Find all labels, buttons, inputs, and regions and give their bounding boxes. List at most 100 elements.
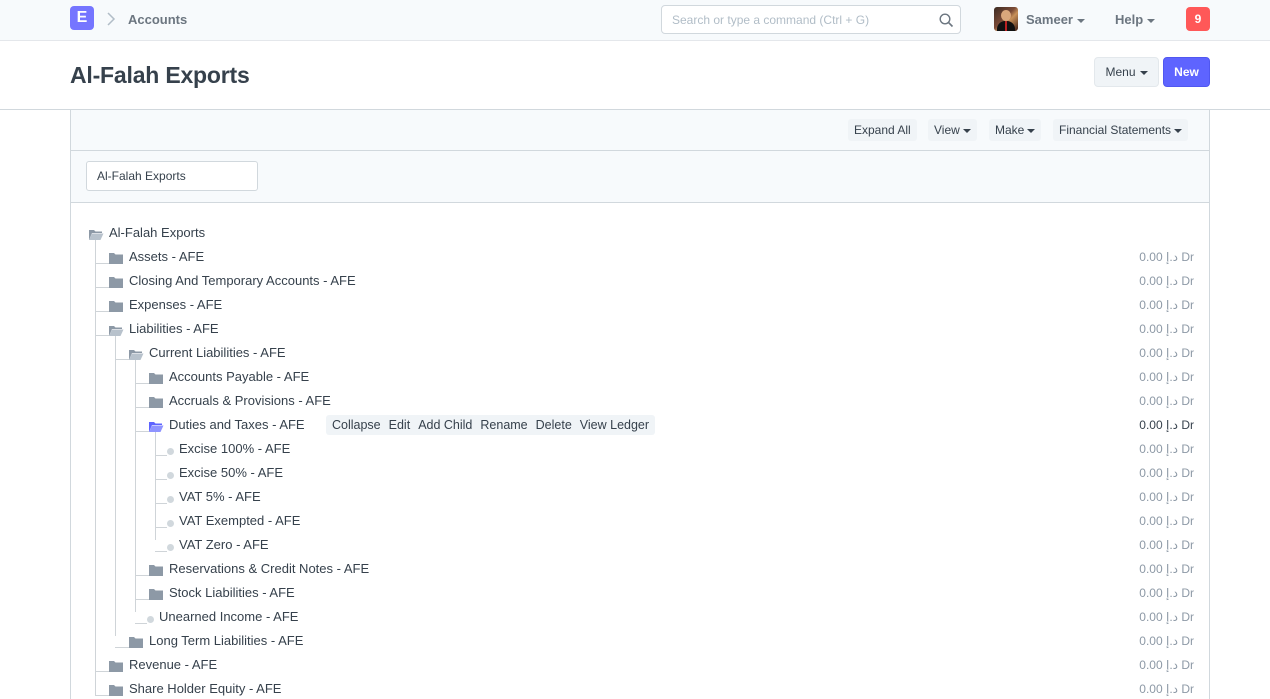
tree-node-label[interactable]: Excise 50% - AFE — [179, 465, 283, 481]
leaf-dot-icon — [167, 496, 174, 503]
tree-node-label[interactable]: Liabilities - AFE — [129, 321, 219, 337]
folder-icon[interactable] — [109, 300, 123, 312]
tree-node-label[interactable]: Revenue - AFE — [129, 657, 217, 673]
leaf-dot-icon — [167, 520, 174, 527]
navbar: E Accounts Sameer Help 9 — [0, 0, 1270, 41]
financial-statements-dropdown[interactable]: Financial Statements — [1053, 119, 1189, 141]
tree-node-label[interactable]: Current Liabilities - AFE — [149, 345, 286, 361]
tree-node-label[interactable]: Share Holder Equity - AFE — [129, 681, 281, 697]
account-balance: 0.00 د.إ Dr — [1139, 490, 1194, 504]
account-balance: 0.00 د.إ Dr — [1139, 538, 1194, 552]
account-balance: 0.00 د.إ Dr — [1139, 682, 1194, 696]
make-label: Make — [995, 123, 1025, 137]
account-balance: 0.00 د.إ Dr — [1139, 586, 1194, 600]
collapse-button[interactable]: Collapse — [328, 415, 385, 435]
folder-open-icon[interactable] — [88, 228, 104, 241]
leaf-dot-icon — [147, 616, 154, 623]
leaf-dot-icon — [167, 448, 174, 455]
node-action-toolbar: Collapse Edit Add Child Rename Delete View Le… — [326, 415, 656, 435]
tree-node-label[interactable]: VAT 5% - AFE — [179, 489, 261, 505]
tree-node-label[interactable]: Accruals & Provisions - AFE — [169, 393, 331, 409]
folder-icon[interactable] — [109, 252, 123, 264]
app-logo[interactable]: E — [70, 6, 94, 30]
financial-statements-label: Financial Statements — [1059, 123, 1172, 137]
chevron-right-icon — [107, 12, 116, 26]
tree-node-label[interactable]: VAT Zero - AFE — [179, 537, 269, 553]
tree-node-root[interactable]: Al-Falah Exports — [109, 225, 205, 241]
caret-down-icon — [1139, 70, 1148, 75]
account-balance: 0.00 د.إ Dr — [1139, 442, 1194, 456]
user-menu[interactable]: Sameer — [1026, 12, 1085, 27]
breadcrumb-accounts[interactable]: Accounts — [128, 12, 187, 27]
page-head: Al-Falah Exports Menu New — [0, 41, 1270, 110]
folder-icon[interactable] — [109, 660, 123, 672]
caret-down-icon — [1174, 128, 1183, 133]
view-ledger-button[interactable]: View Ledger — [576, 415, 653, 435]
account-balance: 0.00 د.إ Dr — [1139, 322, 1194, 336]
tree-node-label[interactable]: Unearned Income - AFE — [159, 609, 298, 625]
tree-node-label[interactable]: Accounts Payable - AFE — [169, 369, 309, 385]
tree-node-label[interactable]: Assets - AFE — [129, 249, 204, 265]
folder-icon[interactable] — [149, 372, 163, 384]
folder-open-icon[interactable] — [148, 420, 164, 433]
filter-bar — [71, 151, 1209, 203]
page-title: Al-Falah Exports — [70, 62, 250, 88]
company-filter-input[interactable] — [86, 161, 258, 191]
tree-node-label[interactable]: Stock Liabilities - AFE — [169, 585, 295, 601]
folder-icon[interactable] — [129, 636, 143, 648]
search-box[interactable] — [661, 5, 961, 34]
account-balance: 0.00 د.إ Dr — [1139, 274, 1194, 288]
account-balance: 0.00 د.إ Dr — [1139, 298, 1194, 312]
edit-button[interactable]: Edit — [385, 415, 415, 435]
tree-node-label[interactable]: Expenses - AFE — [129, 297, 222, 313]
notification-badge[interactable]: 9 — [1186, 7, 1210, 31]
account-balance: 0.00 د.إ Dr — [1139, 514, 1194, 528]
avatar[interactable] — [994, 7, 1018, 31]
account-balance: 0.00 د.إ Dr — [1139, 394, 1194, 408]
folder-icon[interactable] — [149, 564, 163, 576]
account-balance: 0.00 د.إ Dr — [1139, 346, 1194, 360]
tree-toolbar: Expand All View Make Financial Statement… — [71, 110, 1209, 151]
tree-node-label-selected[interactable]: Duties and Taxes - AFE — [169, 417, 305, 433]
account-balance: 0.00 د.إ Dr — [1139, 562, 1194, 576]
caret-down-icon — [1076, 18, 1085, 23]
account-tree: Al-Falah Exports Assets - AFE 0.00 د.إ D… — [71, 203, 1209, 699]
tree-node-label[interactable]: VAT Exempted - AFE — [179, 513, 300, 529]
delete-button[interactable]: Delete — [532, 415, 576, 435]
account-balance: 0.00 د.إ Dr — [1139, 610, 1194, 624]
rename-button[interactable]: Rename — [476, 415, 531, 435]
search-icon[interactable] — [939, 13, 954, 28]
expand-all-button[interactable]: Expand All — [848, 119, 917, 141]
caret-down-icon — [962, 128, 971, 133]
account-balance: 0.00 د.إ Dr — [1139, 466, 1194, 480]
leaf-dot-icon — [167, 472, 174, 479]
caret-down-icon — [1027, 128, 1036, 133]
folder-icon[interactable] — [109, 684, 123, 696]
folder-icon[interactable] — [149, 396, 163, 408]
account-balance: 0.00 د.إ Dr — [1139, 634, 1194, 648]
caret-down-icon — [1147, 18, 1156, 23]
new-button[interactable]: New — [1163, 57, 1210, 87]
tree-node-label[interactable]: Long Term Liabilities - AFE — [149, 633, 303, 649]
user-name: Sameer — [1026, 12, 1073, 27]
add-child-button[interactable]: Add Child — [414, 415, 476, 435]
tree-panel: Expand All View Make Financial Statement… — [70, 110, 1210, 699]
tree-node-label[interactable]: Reservations & Credit Notes - AFE — [169, 561, 369, 577]
account-balance: 0.00 د.إ Dr — [1139, 418, 1194, 432]
account-balance: 0.00 د.إ Dr — [1139, 250, 1194, 264]
folder-open-icon[interactable] — [128, 348, 144, 361]
tree-node-label[interactable]: Excise 100% - AFE — [179, 441, 290, 457]
view-label: View — [934, 123, 960, 137]
folder-open-icon[interactable] — [108, 324, 124, 337]
account-balance: 0.00 د.إ Dr — [1139, 370, 1194, 384]
help-menu[interactable]: Help — [1115, 12, 1156, 27]
folder-icon[interactable] — [109, 276, 123, 288]
search-input[interactable] — [672, 12, 932, 28]
view-dropdown[interactable]: View — [928, 119, 977, 141]
tree-node-label[interactable]: Closing And Temporary Accounts - AFE — [129, 273, 356, 289]
folder-icon[interactable] — [149, 588, 163, 600]
make-dropdown[interactable]: Make — [989, 119, 1042, 141]
menu-button[interactable]: Menu — [1094, 57, 1159, 87]
help-label: Help — [1115, 12, 1144, 27]
account-balance: 0.00 د.إ Dr — [1139, 658, 1194, 672]
